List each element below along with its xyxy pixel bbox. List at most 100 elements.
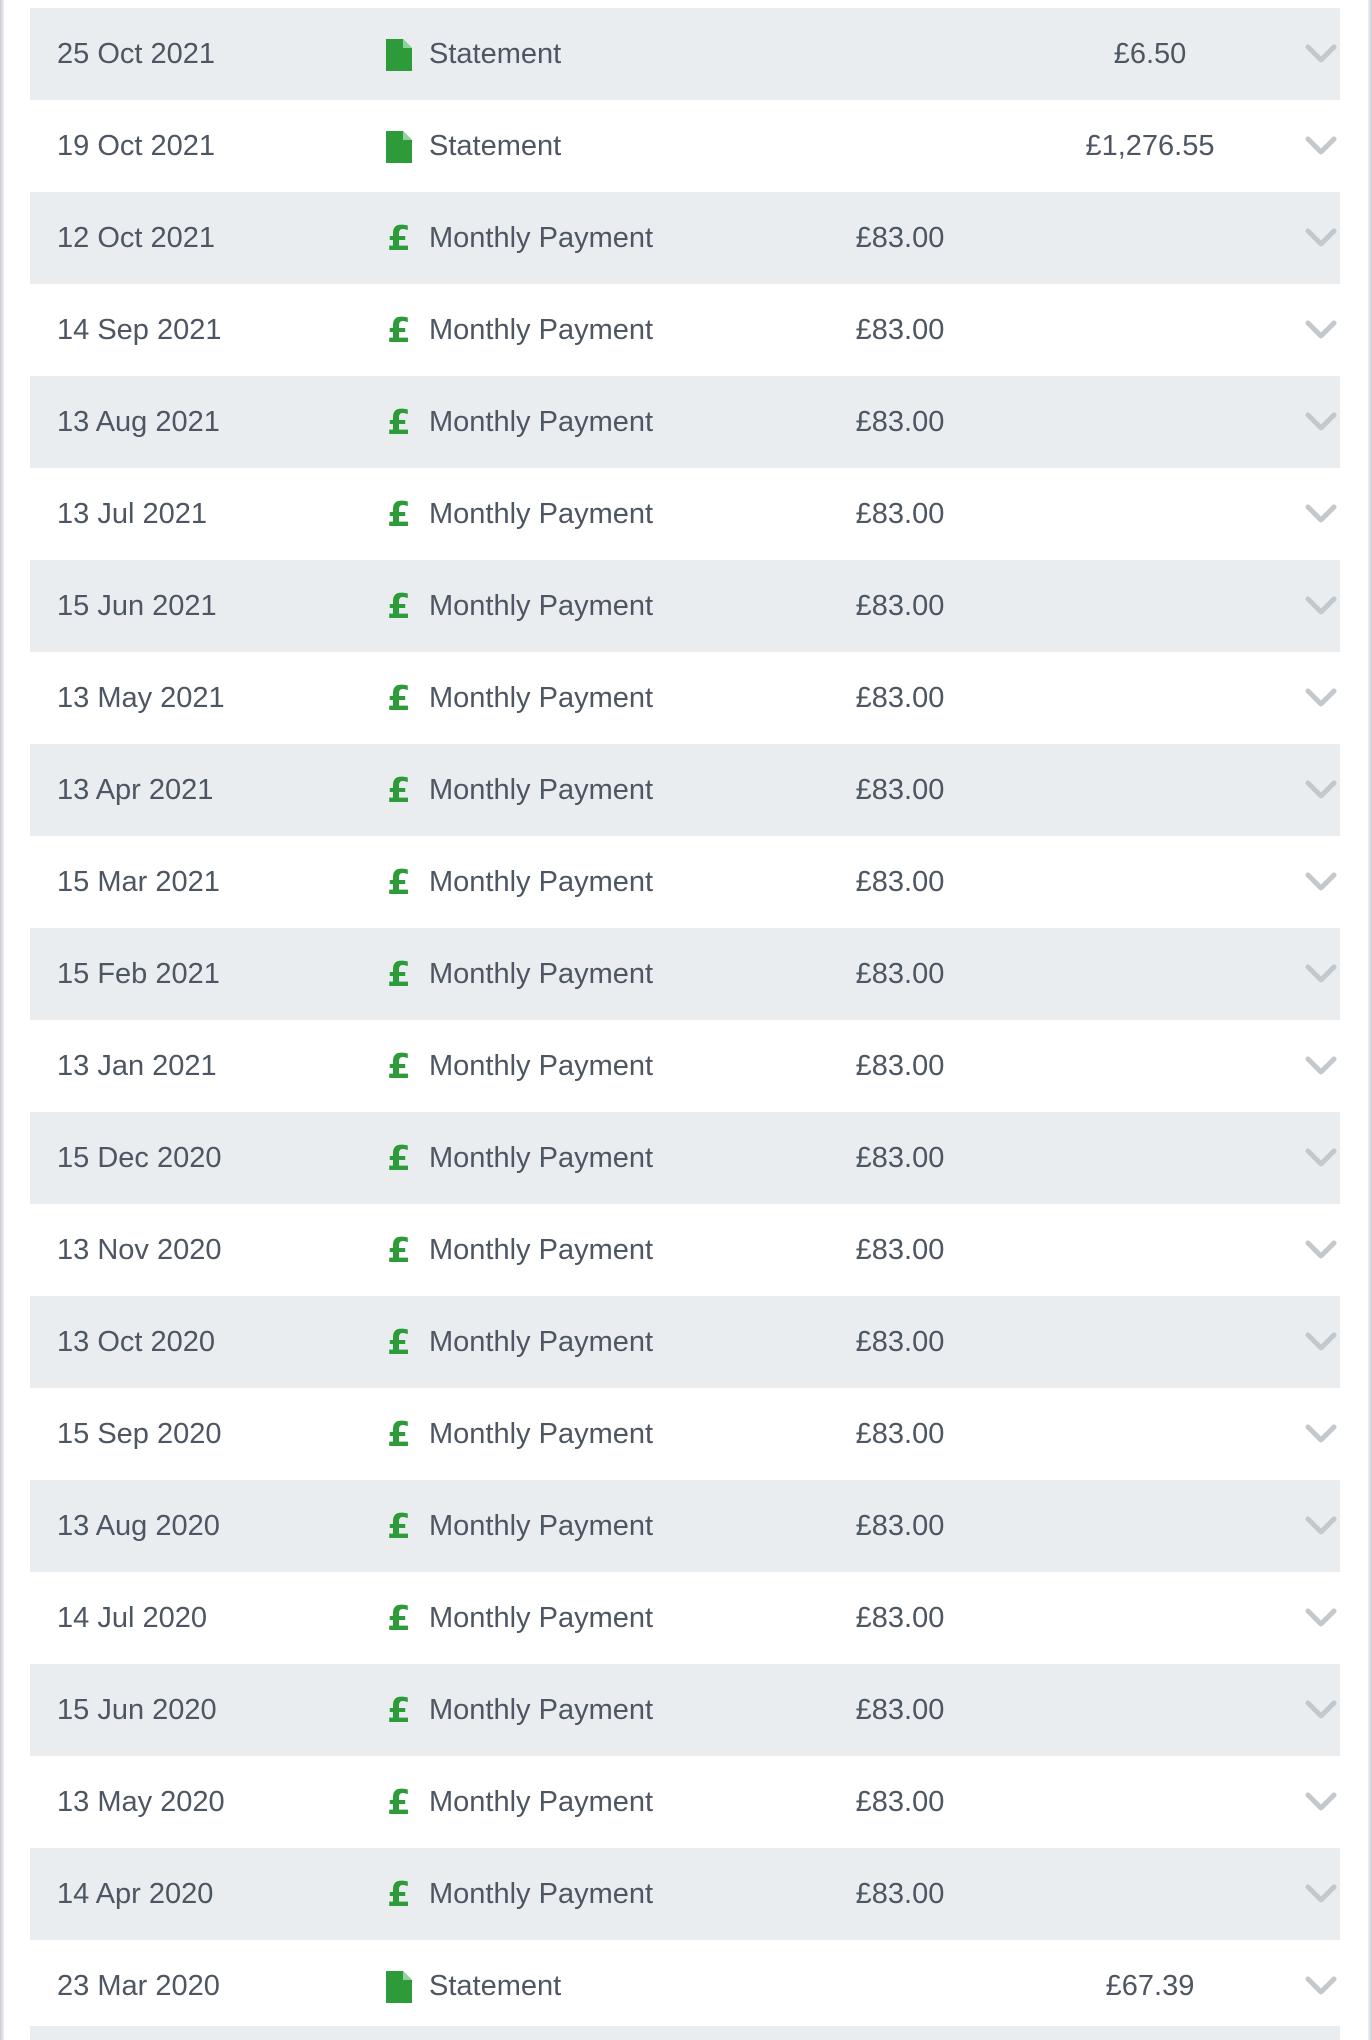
transaction-date: 13 Aug 2020 [57, 1510, 220, 1542]
transaction-row[interactable]: 25 Oct 2021 Statement £6.50 [30, 8, 1340, 100]
transaction-balance: £67.39 [1105, 1970, 1195, 2002]
pound-icon: £ [382, 222, 416, 256]
transaction-description: Statement [429, 38, 562, 70]
chevron-down-icon[interactable] [1304, 778, 1338, 802]
transaction-description: Monthly Payment [429, 1878, 654, 1910]
chevron-down-icon[interactable] [1304, 42, 1338, 66]
page-edge-left [0, 0, 4, 2040]
transaction-date: 15 Feb 2021 [57, 958, 220, 990]
pound-icon: £ [382, 1326, 416, 1360]
transaction-row[interactable]: 13 Jan 2021 £ Monthly Payment £83.00 [30, 1020, 1340, 1112]
chevron-down-icon[interactable] [1304, 410, 1338, 434]
pound-sign-glyph: £ [387, 311, 411, 351]
pound-icon: £ [382, 1234, 416, 1268]
transaction-date: 15 Dec 2020 [57, 1142, 222, 1174]
chevron-down-icon[interactable] [1304, 134, 1338, 158]
transaction-description: Monthly Payment [429, 406, 654, 438]
chevron-down-icon[interactable] [1304, 502, 1338, 526]
transaction-row[interactable]: 12 Oct 2021 £ Monthly Payment £83.00 [30, 192, 1340, 284]
pound-sign-glyph: £ [387, 587, 411, 627]
document-icon [382, 130, 416, 164]
pound-icon: £ [382, 866, 416, 900]
transaction-row[interactable]: 15 Feb 2021 £ Monthly Payment £83.00 [30, 928, 1340, 1020]
chevron-down-icon[interactable] [1304, 1790, 1338, 1814]
pound-sign-glyph: £ [387, 1323, 411, 1363]
chevron-down-icon[interactable] [1304, 1698, 1338, 1722]
chevron-down-icon[interactable] [1304, 1606, 1338, 1630]
transaction-date: 13 May 2020 [57, 1786, 225, 1818]
chevron-down-icon[interactable] [1304, 1330, 1338, 1354]
transaction-amount-out: £83.00 [855, 1694, 945, 1726]
transaction-date: 12 Oct 2021 [57, 222, 215, 254]
pound-sign-glyph: £ [387, 1231, 411, 1271]
transaction-row[interactable]: 15 Dec 2020 £ Monthly Payment £83.00 [30, 1112, 1340, 1204]
pound-sign-glyph: £ [387, 771, 411, 811]
transaction-description: Statement [429, 1970, 562, 2002]
transaction-row[interactable]: 13 Jul 2021 £ Monthly Payment £83.00 [30, 468, 1340, 560]
transaction-date: 25 Oct 2021 [57, 38, 215, 70]
pound-icon: £ [382, 590, 416, 624]
chevron-down-icon[interactable] [1304, 870, 1338, 894]
transaction-amount-out: £83.00 [855, 406, 945, 438]
pound-icon: £ [382, 1786, 416, 1820]
transaction-description: Monthly Payment [429, 774, 654, 806]
transaction-description: Monthly Payment [429, 1326, 654, 1358]
chevron-down-icon[interactable] [1304, 226, 1338, 250]
chevron-down-icon[interactable] [1304, 1514, 1338, 1538]
transaction-description: Monthly Payment [429, 590, 654, 622]
pound-icon: £ [382, 498, 416, 532]
pound-icon: £ [382, 1602, 416, 1636]
pound-icon: £ [382, 1510, 416, 1544]
transaction-description: Monthly Payment [429, 958, 654, 990]
transaction-amount-out: £83.00 [855, 222, 945, 254]
transaction-row[interactable]: 13 Oct 2020 £ Monthly Payment £83.00 [30, 1296, 1340, 1388]
transaction-amount-out: £83.00 [855, 1142, 945, 1174]
transaction-row[interactable]: 13 May 2020 £ Monthly Payment £83.00 [30, 1756, 1340, 1848]
chevron-down-icon[interactable] [1304, 1882, 1338, 1906]
transaction-row[interactable]: 19 Oct 2021 Statement £1,276.55 [30, 100, 1340, 192]
transaction-row[interactable]: 13 Aug 2021 £ Monthly Payment £83.00 [30, 376, 1340, 468]
transaction-row[interactable]: 13 Aug 2020 £ Monthly Payment £83.00 [30, 1480, 1340, 1572]
chevron-down-icon[interactable] [1304, 1238, 1338, 1262]
transaction-row[interactable]: 13 Nov 2020 £ Monthly Payment £83.00 [30, 1204, 1340, 1296]
pound-icon: £ [382, 1878, 416, 1912]
pound-icon: £ [382, 314, 416, 348]
pound-icon: £ [382, 682, 416, 716]
transaction-row[interactable]: 13 Apr 2021 £ Monthly Payment £83.00 [30, 744, 1340, 836]
pound-sign-glyph: £ [387, 1783, 411, 1823]
transaction-date: 13 Apr 2021 [57, 774, 214, 806]
transaction-date: 13 Oct 2020 [57, 1326, 215, 1358]
transaction-list: 25 Oct 2021 Statement £6.50 19 Oct 2021 … [30, 8, 1340, 2032]
transaction-description: Monthly Payment [429, 498, 654, 530]
transaction-description: Monthly Payment [429, 1142, 654, 1174]
transaction-description: Monthly Payment [429, 1786, 654, 1818]
transaction-date: 13 Jan 2021 [57, 1050, 217, 1082]
transaction-row[interactable]: 15 Mar 2021 £ Monthly Payment £83.00 [30, 836, 1340, 928]
chevron-down-icon[interactable] [1304, 1974, 1338, 1998]
transaction-row[interactable]: 14 Sep 2021 £ Monthly Payment £83.00 [30, 284, 1340, 376]
transaction-date: 13 Nov 2020 [57, 1234, 222, 1266]
transaction-row[interactable]: 23 Mar 2020 Statement £67.39 [30, 1940, 1340, 2032]
chevron-down-icon[interactable] [1304, 1054, 1338, 1078]
transaction-row[interactable]: 13 May 2021 £ Monthly Payment £83.00 [30, 652, 1340, 744]
transaction-amount-out: £83.00 [855, 866, 945, 898]
chevron-down-icon[interactable] [1304, 318, 1338, 342]
transaction-row[interactable]: 14 Apr 2020 £ Monthly Payment £83.00 [30, 1848, 1340, 1940]
pound-sign-glyph: £ [387, 1875, 411, 1915]
transaction-row[interactable]: 15 Jun 2021 £ Monthly Payment £83.00 [30, 560, 1340, 652]
transaction-row[interactable]: 15 Sep 2020 £ Monthly Payment £83.00 [30, 1388, 1340, 1480]
chevron-down-icon[interactable] [1304, 1422, 1338, 1446]
transaction-description: Monthly Payment [429, 222, 654, 254]
chevron-down-icon[interactable] [1304, 962, 1338, 986]
transaction-date: 14 Jul 2020 [57, 1602, 207, 1634]
transaction-row[interactable]: 14 Jul 2020 £ Monthly Payment £83.00 [30, 1572, 1340, 1664]
transaction-row[interactable]: 15 Jun 2020 £ Monthly Payment £83.00 [30, 1664, 1340, 1756]
pound-sign-glyph: £ [387, 955, 411, 995]
chevron-down-icon[interactable] [1304, 594, 1338, 618]
transaction-date: 15 Jun 2020 [57, 1694, 217, 1726]
chevron-down-icon[interactable] [1304, 1146, 1338, 1170]
pound-sign-glyph: £ [387, 679, 411, 719]
pound-sign-glyph: £ [387, 495, 411, 535]
transaction-balance: £6.50 [1113, 38, 1187, 70]
chevron-down-icon[interactable] [1304, 686, 1338, 710]
